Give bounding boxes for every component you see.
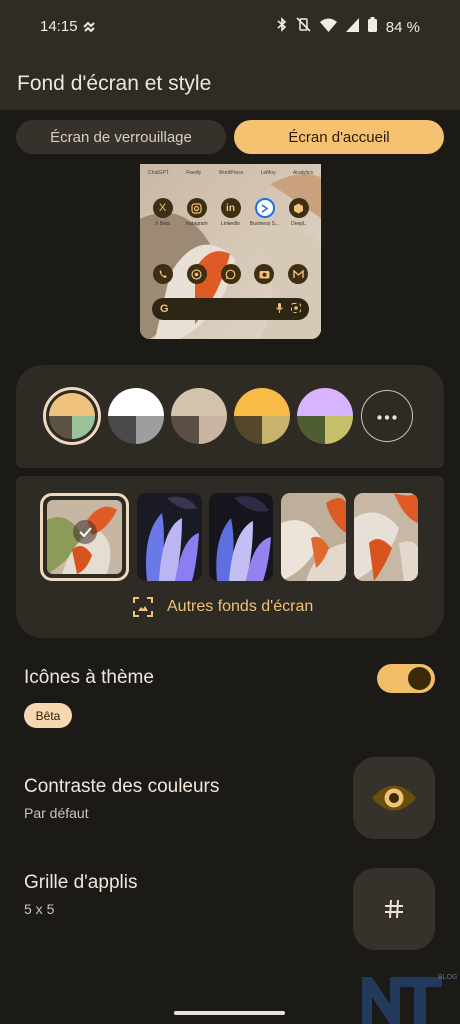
linkedin-icon: in bbox=[220, 198, 241, 218]
app-label: DeepL bbox=[291, 221, 306, 227]
wallpaper-card: Autres fonds d'écran bbox=[16, 476, 444, 638]
status-bar: 14:15 84 % bbox=[0, 0, 460, 56]
app-label: X Beta bbox=[154, 221, 170, 227]
color-option-2[interactable] bbox=[108, 388, 164, 444]
app-label: Analytics bbox=[292, 170, 313, 176]
more-horiz-icon bbox=[377, 407, 397, 425]
chrome-icon bbox=[186, 264, 207, 284]
x-icon: X bbox=[152, 198, 173, 218]
color-option-swatch bbox=[234, 388, 290, 444]
color-palette-card bbox=[16, 365, 444, 468]
app-grid-value: 5 x 5 bbox=[24, 901, 55, 917]
contrast-button[interactable] bbox=[353, 757, 435, 839]
preview-top-labels: ChatGPT Feedly WordPress LeMoy Analytics bbox=[148, 170, 313, 176]
color-option-5[interactable] bbox=[297, 388, 353, 444]
screen-tabs: Écran de verrouillage Écran d'accueil bbox=[16, 120, 444, 154]
instagram-icon bbox=[186, 198, 207, 218]
wallpaper-option-3[interactable] bbox=[209, 493, 273, 581]
app-label: LeMoy bbox=[260, 170, 276, 176]
watermark-text: BLOG bbox=[438, 974, 458, 981]
wallpaper-thumbnail bbox=[281, 493, 346, 581]
tab-home-screen[interactable]: Écran d'accueil bbox=[234, 120, 444, 154]
app-label: WordPress bbox=[218, 170, 244, 176]
tab-lock-screen[interactable]: Écran de verrouillage bbox=[16, 120, 226, 154]
status-time: 14:15 bbox=[40, 18, 78, 35]
preview-app-row: X X Beta Instagram in LinkedIn Business … bbox=[146, 198, 315, 227]
app-grid-button[interactable] bbox=[353, 868, 435, 950]
app-label: Instagram bbox=[185, 221, 208, 227]
app-label: Feedly bbox=[186, 170, 202, 176]
vibrate-off-icon bbox=[296, 17, 311, 37]
app-instagram: Instagram bbox=[180, 198, 213, 227]
wifi-icon bbox=[319, 18, 337, 37]
eye-icon bbox=[371, 783, 417, 813]
status-icons: 84 % bbox=[277, 17, 420, 37]
wallpaper-option-2[interactable] bbox=[137, 493, 202, 581]
toggle-knob bbox=[408, 667, 431, 690]
preview-search-bar: G bbox=[152, 298, 309, 320]
more-wallpapers-label: Autres fonds d'écran bbox=[167, 598, 314, 615]
selected-check-icon bbox=[73, 520, 97, 544]
color-option-4[interactable] bbox=[234, 388, 290, 444]
app-deepl: DeepL bbox=[282, 198, 315, 227]
wallpaper-option-4[interactable] bbox=[281, 493, 346, 581]
more-colors-button[interactable] bbox=[361, 390, 413, 442]
color-option-1[interactable] bbox=[43, 387, 101, 445]
app-label: LinkedIn bbox=[221, 221, 240, 227]
color-option-swatch bbox=[171, 388, 227, 444]
app-business-suite: Business S... bbox=[248, 198, 281, 227]
more-wallpapers-link[interactable]: Autres fonds d'écran bbox=[133, 597, 313, 617]
home-screen-preview[interactable]: ChatGPT Feedly WordPress LeMoy Analytics… bbox=[140, 164, 321, 339]
page-title: Fond d'écran et style bbox=[17, 72, 212, 95]
app-label: Business S... bbox=[249, 221, 280, 227]
grid-hash-icon bbox=[384, 899, 404, 919]
mic-icon bbox=[276, 300, 283, 318]
contrast-value: Par défaut bbox=[24, 805, 89, 821]
color-option-swatch bbox=[297, 388, 353, 444]
app-x-beta: X X Beta bbox=[146, 198, 179, 227]
vpn-key-icon bbox=[82, 20, 96, 38]
themed-icons-toggle[interactable] bbox=[377, 664, 435, 693]
wallpaper-option-5[interactable] bbox=[354, 493, 418, 581]
battery-icon bbox=[367, 17, 377, 37]
business-suite-icon bbox=[254, 198, 275, 218]
cellular-signal-icon bbox=[345, 17, 359, 37]
google-g-icon: G bbox=[160, 303, 169, 315]
wallpaper-picker-icon bbox=[133, 597, 153, 617]
whatsapp-icon bbox=[220, 264, 241, 284]
lens-icon bbox=[291, 300, 301, 318]
themed-icons-label: Icônes à thème bbox=[24, 667, 154, 688]
app-grid-label: Grille d'applis bbox=[24, 872, 138, 893]
wallpaper-thumbnail bbox=[137, 493, 202, 581]
contrast-label: Contraste des couleurs bbox=[24, 776, 220, 797]
bluetooth-icon bbox=[277, 17, 287, 37]
app-label: ChatGPT bbox=[148, 170, 169, 176]
color-option-3[interactable] bbox=[171, 388, 227, 444]
color-option-swatch bbox=[108, 388, 164, 444]
wallpaper-thumbnail bbox=[209, 493, 273, 581]
phone-icon bbox=[153, 264, 173, 284]
wallpaper-option-1[interactable] bbox=[40, 493, 129, 581]
battery-percent: 84 % bbox=[385, 18, 420, 36]
preview-dock bbox=[153, 264, 308, 284]
color-option-swatch bbox=[49, 393, 95, 439]
gesture-navigation-bar[interactable] bbox=[174, 1011, 285, 1015]
deepl-icon bbox=[288, 198, 309, 218]
wallpaper-thumbnail bbox=[354, 493, 418, 581]
gmail-icon bbox=[288, 264, 308, 284]
beta-badge: Bêta bbox=[24, 703, 72, 728]
camera-icon bbox=[254, 264, 275, 284]
app-linkedin: in LinkedIn bbox=[214, 198, 247, 227]
nt-blog-watermark: BLOG bbox=[362, 972, 457, 1024]
